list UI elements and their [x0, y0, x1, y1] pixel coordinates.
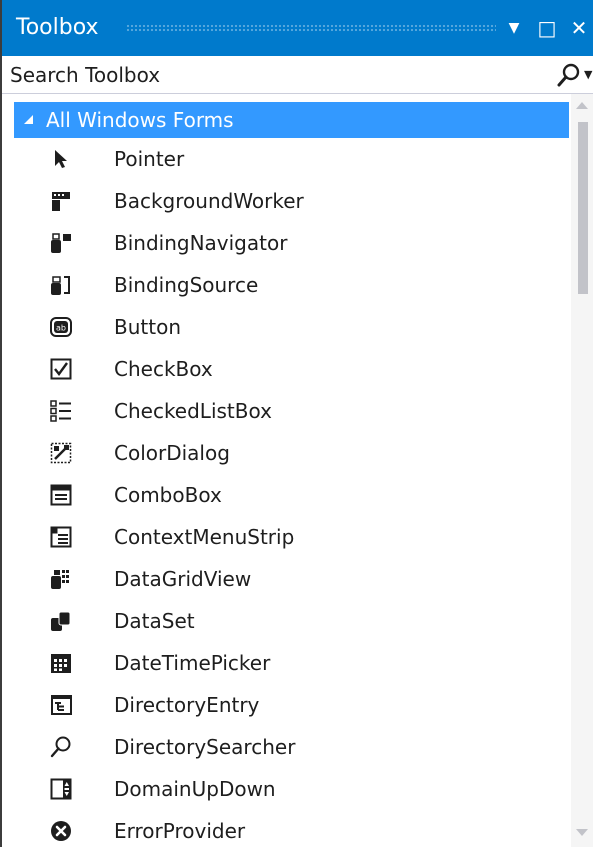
vertical-scrollbar[interactable] — [571, 94, 593, 847]
window-position-dropdown-button[interactable]: ▼ — [502, 14, 526, 42]
search-bar: ▼ — [2, 56, 593, 94]
title-bar[interactable]: Toolbox ▼ □ ✕ — [2, 0, 593, 56]
scrollbar-thumb[interactable] — [578, 122, 588, 294]
drag-grip[interactable] — [126, 24, 496, 32]
checkbox-icon — [50, 358, 72, 380]
item-label: BackgroundWorker — [114, 189, 304, 213]
toolbox-item-domainupdown[interactable]: DomainUpDown — [14, 768, 569, 810]
item-label: DateTimePicker — [114, 651, 271, 675]
toolbox-item-checkedlistbox[interactable]: CheckedListBox — [14, 390, 569, 432]
toolbox-item-button[interactable]: ab Button — [14, 306, 569, 348]
error-provider-icon — [51, 821, 71, 841]
toolbox-item-dataset[interactable]: DataSet — [14, 600, 569, 642]
category-all-windows-forms[interactable]: All Windows Forms — [14, 102, 569, 138]
item-label: CheckedListBox — [114, 399, 272, 423]
toolbox-item-errorprovider[interactable]: ErrorProvider — [14, 810, 569, 852]
directory-entry-icon — [51, 695, 72, 715]
context-menu-strip-icon — [50, 526, 72, 548]
toolbox-item-pointer[interactable]: Pointer — [14, 138, 569, 180]
item-label: DirectorySearcher — [114, 735, 296, 759]
binding-source-icon — [51, 276, 70, 295]
button-control-icon: ab — [50, 317, 72, 337]
item-label: CheckBox — [114, 357, 213, 381]
item-label: BindingNavigator — [114, 231, 288, 255]
item-label: BindingSource — [114, 273, 259, 297]
item-label: ColorDialog — [114, 441, 230, 465]
toolbox-item-colordialog[interactable]: ColorDialog — [14, 432, 569, 474]
item-label: DomainUpDown — [114, 777, 276, 801]
search-options-dropdown[interactable]: ▼ — [584, 68, 593, 82]
directory-searcher-icon — [50, 736, 71, 758]
category-label: All Windows Forms — [46, 108, 234, 132]
checked-list-box-icon — [50, 400, 71, 422]
item-label: ContextMenuStrip — [114, 525, 295, 549]
toolbox-item-datagridview[interactable]: DataGridView — [14, 558, 569, 600]
item-label: ErrorProvider — [114, 819, 246, 843]
search-icon[interactable] — [556, 62, 582, 88]
binding-navigator-icon — [51, 233, 71, 253]
item-label: ComboBox — [114, 483, 222, 507]
toolbox-item-bindingsource[interactable]: BindingSource — [14, 264, 569, 306]
color-dialog-icon — [50, 442, 72, 464]
item-label: DataSet — [114, 609, 195, 633]
window-title: Toolbox — [16, 15, 99, 40]
item-label: Pointer — [114, 147, 185, 171]
data-set-icon — [51, 611, 71, 631]
close-button[interactable]: ✕ — [567, 14, 591, 42]
item-label: DataGridView — [114, 567, 252, 591]
toolbox-content: All Windows Forms Pointer BackgroundWork… — [2, 94, 593, 847]
domain-up-down-icon — [50, 778, 72, 800]
item-label: DirectoryEntry — [114, 693, 260, 717]
svg-text:ab: ab — [56, 324, 66, 333]
toolbox-item-contextmenustrip[interactable]: ContextMenuStrip — [14, 516, 569, 558]
item-label: Button — [114, 315, 181, 339]
search-input[interactable] — [10, 56, 540, 93]
toolbox-window: Toolbox ▼ □ ✕ ▼ All Windows Forms Pointe… — [0, 0, 593, 847]
toolbox-item-checkbox[interactable]: CheckBox — [14, 348, 569, 390]
date-time-picker-icon — [51, 654, 71, 673]
expand-arrow-icon[interactable] — [24, 115, 33, 124]
pointer-icon — [55, 150, 67, 168]
toolbox-item-list: Pointer BackgroundWorker BindingNavigato… — [14, 138, 569, 852]
toolbox-item-directoryentry[interactable]: DirectoryEntry — [14, 684, 569, 726]
toolbox-item-directorysearcher[interactable]: DirectorySearcher — [14, 726, 569, 768]
combo-box-icon — [50, 484, 72, 506]
background-worker-icon — [52, 192, 70, 211]
toolbox-item-bindingnavigator[interactable]: BindingNavigator — [14, 222, 569, 264]
scroll-up-arrow-icon[interactable] — [576, 102, 588, 109]
scroll-down-arrow-icon[interactable] — [576, 829, 588, 836]
toolbox-item-combobox[interactable]: ComboBox — [14, 474, 569, 516]
maximize-button[interactable]: □ — [535, 14, 559, 42]
toolbox-item-backgroundworker[interactable]: BackgroundWorker — [14, 180, 569, 222]
toolbox-item-datetimepicker[interactable]: DateTimePicker — [14, 642, 569, 684]
data-grid-view-icon — [51, 570, 69, 589]
